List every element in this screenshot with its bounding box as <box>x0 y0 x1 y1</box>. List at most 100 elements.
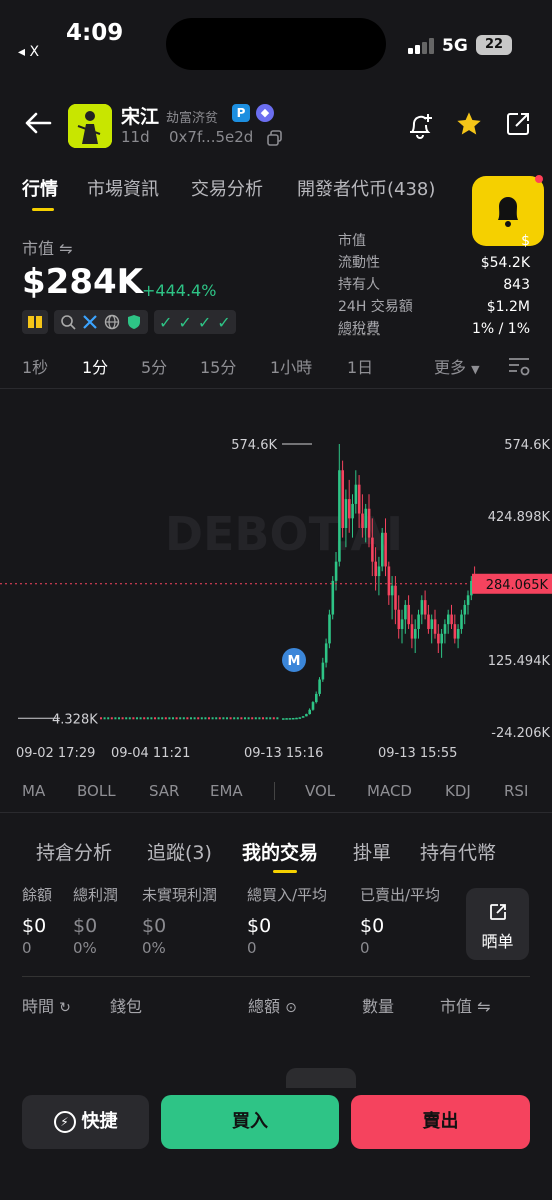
tab-underline <box>32 208 54 211</box>
timeframe-1m[interactable]: 1分 <box>82 354 108 378</box>
add-alert-icon[interactable] <box>406 110 436 140</box>
copy-icon[interactable] <box>267 130 283 146</box>
tab-orders[interactable]: 掛單 <box>353 838 391 865</box>
back-to-app-link[interactable]: ◂ X <box>18 44 39 60</box>
candle-body <box>384 532 387 567</box>
candle-body <box>193 717 196 720</box>
indicator-divider <box>274 782 275 800</box>
candle-body <box>154 717 156 720</box>
col-total[interactable]: 總額 ⊙ <box>248 993 297 1017</box>
book-icon <box>28 316 42 328</box>
chart-settings-icon[interactable] <box>507 354 531 378</box>
indicator-ema[interactable]: EMA <box>210 782 243 800</box>
candle-body <box>150 717 153 720</box>
share-trades-button[interactable]: 晒单 <box>466 888 529 960</box>
candle-body <box>407 604 410 625</box>
x-twitter-icon[interactable] <box>81 313 99 331</box>
tab-market-info[interactable]: 市場資訊 <box>87 175 159 201</box>
candle-body <box>414 628 417 639</box>
platform-icon: P <box>232 104 250 122</box>
stat-row: 流動性 $54.2K <box>338 255 530 271</box>
signal-icon <box>408 38 436 54</box>
stat-row: 持有人 843 <box>338 277 530 293</box>
sell-button[interactable]: 賣出 <box>351 1095 530 1149</box>
shield-check-icon[interactable] <box>125 313 143 331</box>
section-tab-underline <box>273 870 297 873</box>
indicator-kdj[interactable]: KDJ <box>445 782 471 800</box>
candle-body <box>254 717 257 720</box>
timeframe-15m[interactable]: 15分 <box>200 354 236 378</box>
indicator-rsi[interactable]: RSI <box>504 782 528 800</box>
candle-body <box>128 717 131 720</box>
candle-body <box>390 585 394 596</box>
candle-body <box>344 499 348 528</box>
candle-body <box>168 717 171 720</box>
candle-body <box>282 718 285 720</box>
candle-body <box>288 718 292 720</box>
col-market-cap[interactable]: 市值 ⇋ <box>440 993 491 1017</box>
check-icon: ✓ <box>197 312 212 332</box>
tab-holdings-analysis[interactable]: 持倉分析 <box>36 838 112 865</box>
candle-body <box>200 717 203 720</box>
divider <box>0 388 552 389</box>
indicator-macd[interactable]: MACD <box>367 782 412 800</box>
candle-body <box>371 537 374 562</box>
price-chart[interactable]: DEBOT.AI 574.6K 424.898K 125.494K -24.206K 4.… <box>0 390 552 770</box>
candle-body <box>447 614 450 625</box>
market-cap-label[interactable]: 市值 ⇋ <box>22 235 73 259</box>
quick-trade-button[interactable]: ⚡ 快捷 <box>22 1095 149 1149</box>
candle-body <box>377 566 381 577</box>
candle-body <box>215 717 218 720</box>
tab-dev-tokens[interactable]: 開發者代币(438) <box>297 175 435 201</box>
candle-body <box>179 717 182 720</box>
market-cap-change: +444.4% <box>142 281 217 300</box>
trade-marker-label: M <box>288 654 301 669</box>
candle-body <box>387 566 391 596</box>
candle-body <box>262 717 264 720</box>
token-links: ✓ ✓ ✓ ✓ <box>22 310 236 334</box>
safety-checks-chip[interactable]: ✓ ✓ ✓ ✓ <box>154 310 236 334</box>
candle-body <box>146 717 149 720</box>
more-label: 更多 <box>434 358 467 377</box>
candle-body <box>400 619 404 629</box>
candle-body <box>357 484 361 514</box>
book-chip[interactable] <box>22 310 48 334</box>
candle-body <box>110 717 113 720</box>
indicator-sar[interactable]: SAR <box>149 782 179 800</box>
search-icon[interactable] <box>59 313 77 331</box>
indicator-ma[interactable]: MA <box>22 782 45 800</box>
timeframe-1d[interactable]: 1日 <box>347 354 373 378</box>
candle-body <box>427 614 430 629</box>
timeframe-1h[interactable]: 1小時 <box>270 354 312 378</box>
candle-body <box>161 717 164 720</box>
tab-held-tokens[interactable]: 持有代幣 <box>420 838 496 865</box>
back-arrow-icon[interactable] <box>22 106 54 140</box>
candle-body <box>450 614 453 625</box>
tab-market[interactable]: 行情 <box>22 175 58 201</box>
timeframe-5m[interactable]: 5分 <box>141 354 167 378</box>
candle-body <box>443 624 447 634</box>
more-timeframes-button[interactable]: 更多 ▼ <box>434 354 480 378</box>
indicator-boll[interactable]: BOLL <box>77 782 116 800</box>
candle-body <box>374 561 377 577</box>
col-time[interactable]: 時間 ↻ <box>22 993 71 1017</box>
tab-tracking[interactable]: 追蹤(3) <box>147 838 212 865</box>
share-icon <box>489 904 506 920</box>
favorite-star-icon[interactable] <box>455 110 483 138</box>
tab-my-trades[interactable]: 我的交易 <box>242 838 318 865</box>
empty-state-illustration <box>286 1068 356 1088</box>
share-icon[interactable] <box>504 110 532 138</box>
candle-body <box>240 717 243 720</box>
candle-body <box>440 633 443 644</box>
divider <box>22 976 530 977</box>
timeframe-1s[interactable]: 1秒 <box>22 354 48 378</box>
buy-button[interactable]: 買入 <box>161 1095 339 1149</box>
candle-body <box>139 717 142 720</box>
candle-body <box>204 717 207 720</box>
tab-trade-analysis[interactable]: 交易分析 <box>191 175 263 201</box>
globe-icon[interactable] <box>103 313 121 331</box>
token-badges: P ◆ <box>232 104 274 122</box>
network-label: 5G <box>442 36 468 56</box>
dynamic-island <box>166 18 386 70</box>
indicator-vol[interactable]: VOL <box>305 782 335 800</box>
